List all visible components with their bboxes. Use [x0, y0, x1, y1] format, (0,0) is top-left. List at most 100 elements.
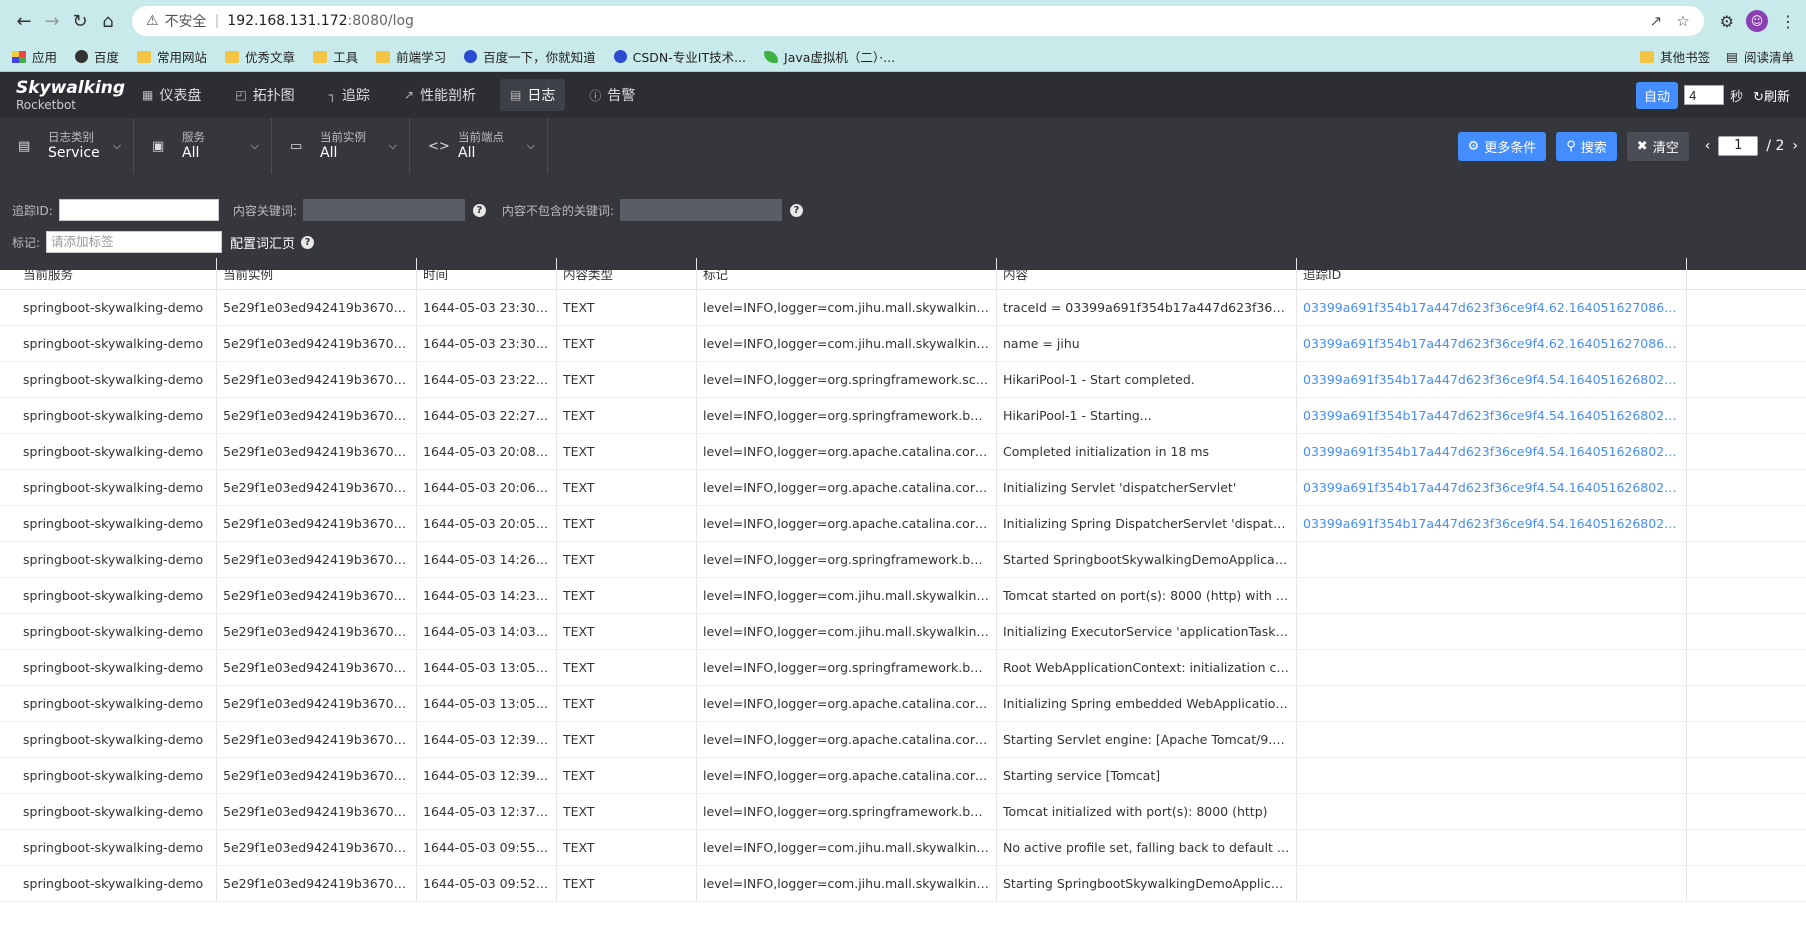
vocab-link[interactable]: 配置词汇页: [230, 233, 295, 252]
help-icon[interactable]: ?: [301, 235, 315, 249]
bookmark-baidu[interactable]: 百度: [75, 47, 119, 66]
trace-id-input[interactable]: [58, 199, 219, 221]
url-path: :8080/log: [347, 13, 414, 29]
cell-text: TEXT: [563, 516, 595, 531]
cell-trace-id[interactable]: 03399a691f354b17a447d623f36ce9f4.54.1640…: [1297, 506, 1687, 541]
cell-trace-id[interactable]: 03399a691f354b17a447d623f36ce9f4.54.1640…: [1297, 398, 1687, 433]
cell-service: springboot-skywalking-demo: [17, 362, 217, 397]
cell-trace-id[interactable]: [1297, 722, 1687, 757]
cell-trace-id[interactable]: [1297, 830, 1687, 865]
skywalking-logo[interactable]: Skywalking Rocketbot: [16, 79, 132, 111]
browser-menu-icon[interactable]: ⋮: [1780, 12, 1796, 31]
table-row[interactable]: springboot-skywalking-demo 5e29f1e03ed942…: [0, 434, 1806, 470]
table-row[interactable]: springboot-skywalking-demo 5e29f1e03ed942…: [0, 362, 1806, 398]
cell-time: 1644-05-03 20:08:03: [417, 434, 557, 469]
table-row[interactable]: springboot-skywalking-demo 5e29f1e03ed942…: [0, 650, 1806, 686]
cell-text: level=INFO,logger=com.jihu.mall.skywalki…: [703, 840, 990, 855]
more-conditions-button[interactable]: ⚙ 更多条件: [1457, 131, 1547, 161]
home-icon[interactable]: ⌂: [94, 7, 122, 35]
forward-arrow-icon[interactable]: →: [38, 7, 66, 35]
nav-topology[interactable]: ◰ 拓扑图: [225, 79, 304, 111]
cell-trace-id[interactable]: [1297, 542, 1687, 577]
help-icon[interactable]: ?: [472, 203, 486, 217]
warning-icon[interactable]: ⚠: [146, 13, 159, 29]
table-row[interactable]: springboot-skywalking-demo 5e29f1e03ed942…: [0, 794, 1806, 830]
table-row[interactable]: springboot-skywalking-demo 5e29f1e03ed942…: [0, 686, 1806, 722]
chevron-right-icon[interactable]: ›: [1792, 138, 1798, 154]
instance-selector[interactable]: ▭ 当前实例 All ⌵: [272, 118, 410, 174]
trace-id-link[interactable]: 03399a691f354b17a447d623f36ce9f4.54.1640…: [1303, 516, 1680, 531]
nav-dashboard[interactable]: ▦ 仪表盘: [132, 79, 211, 111]
table-row[interactable]: springboot-skywalking-demo 5e29f1e03ed942…: [0, 866, 1806, 902]
table-row[interactable]: springboot-skywalking-demo 5e29f1e03ed942…: [0, 506, 1806, 542]
trace-id-link[interactable]: 03399a691f354b17a447d623f36ce9f4.62.1640…: [1303, 300, 1680, 315]
trace-id-link[interactable]: 03399a691f354b17a447d623f36ce9f4.62.1640…: [1303, 336, 1680, 351]
cell-trace-id[interactable]: 03399a691f354b17a447d623f36ce9f4.54.1640…: [1297, 470, 1687, 505]
trace-id-link[interactable]: 03399a691f354b17a447d623f36ce9f4.54.1640…: [1303, 372, 1680, 387]
table-row[interactable]: springboot-skywalking-demo 5e29f1e03ed942…: [0, 830, 1806, 866]
table-row[interactable]: springboot-skywalking-demo 5e29f1e03ed942…: [0, 290, 1806, 326]
cell-trace-id[interactable]: [1297, 614, 1687, 649]
table-row[interactable]: springboot-skywalking-demo 5e29f1e03ed942…: [0, 398, 1806, 434]
cell-trace-id[interactable]: 03399a691f354b17a447d623f36ce9f4.62.1640…: [1297, 326, 1687, 361]
page-number-input[interactable]: 1: [1718, 136, 1759, 156]
table-row[interactable]: springboot-skywalking-demo 5e29f1e03ed942…: [0, 470, 1806, 506]
bookmark-folder-articles[interactable]: 优秀文章: [225, 47, 295, 66]
trace-id-link[interactable]: 03399a691f354b17a447d623f36ce9f4.54.1640…: [1303, 444, 1680, 459]
back-arrow-icon[interactable]: ←: [10, 7, 38, 35]
auto-refresh-button[interactable]: 自动: [1636, 81, 1679, 109]
selector-value: Service: [48, 144, 100, 161]
bookmark-folder-common[interactable]: 常用网站: [137, 47, 207, 66]
cell-trace-id[interactable]: [1297, 758, 1687, 793]
address-bar[interactable]: ⚠ 不安全 | 192.168.131.172:8080/log ↗ ☆: [132, 6, 1704, 36]
cell-trace-id[interactable]: 03399a691f354b17a447d623f36ce9f4.54.1640…: [1297, 434, 1687, 469]
bookmark-java-jvm[interactable]: Java虚拟机（二）·...: [764, 47, 895, 66]
cell-trace-id[interactable]: 03399a691f354b17a447d623f36ce9f4.54.1640…: [1297, 362, 1687, 397]
bookmark-baidu-search[interactable]: 百度一下，你就知道: [464, 47, 596, 66]
content-keyword-input[interactable]: [302, 199, 465, 221]
refresh-button[interactable]: ↻刷新: [1753, 86, 1790, 105]
reading-list[interactable]: ▤ 阅读清单: [1726, 47, 1794, 66]
bookmark-csdn[interactable]: CSDN-专业IT技术...: [613, 47, 746, 66]
trace-id-link[interactable]: 03399a691f354b17a447d623f36ce9f4.54.1640…: [1303, 480, 1680, 495]
table-row[interactable]: springboot-skywalking-demo 5e29f1e03ed942…: [0, 578, 1806, 614]
star-icon[interactable]: ☆: [1676, 12, 1689, 30]
trace-id-link[interactable]: 03399a691f354b17a447d623f36ce9f4.54.1640…: [1303, 408, 1680, 423]
cell-trace-id[interactable]: 03399a691f354b17a447d623f36ce9f4.62.1640…: [1297, 290, 1687, 325]
chevron-left-icon[interactable]: ‹: [1705, 138, 1711, 154]
reload-icon[interactable]: ↻: [66, 7, 94, 35]
endpoint-selector[interactable]: <> 当前端点 All ⌵: [410, 118, 548, 174]
cell-text: 1644-05-03 09:55:04: [423, 840, 550, 855]
table-row[interactable]: springboot-skywalking-demo 5e29f1e03ed942…: [0, 326, 1806, 362]
log-category-selector[interactable]: ▤ 日志类别 Service ⌵: [0, 118, 134, 174]
bookmark-other[interactable]: 其他书签: [1640, 47, 1710, 66]
cell-trace-id[interactable]: [1297, 578, 1687, 613]
cell-text: 1644-05-03 20:08:03: [423, 444, 550, 459]
search-button[interactable]: ⚲ 搜索: [1556, 131, 1617, 161]
table-row[interactable]: springboot-skywalking-demo 5e29f1e03ed942…: [0, 758, 1806, 794]
extensions-puzzle-icon[interactable]: ⚙: [1720, 12, 1734, 31]
cell-trace-id[interactable]: [1297, 686, 1687, 721]
cell-time: 1644-05-03 14:26:05: [417, 542, 557, 577]
service-selector[interactable]: ▣ 服务 All ⌵: [134, 118, 272, 174]
cell-trace-id[interactable]: [1297, 866, 1687, 901]
refresh-interval-input[interactable]: [1684, 85, 1725, 105]
bookmark-folder-tools[interactable]: 工具: [313, 47, 358, 66]
nav-trace[interactable]: ┐ 追踪: [319, 79, 380, 111]
bookmark-apps[interactable]: 应用: [12, 47, 57, 66]
table-row[interactable]: springboot-skywalking-demo 5e29f1e03ed942…: [0, 614, 1806, 650]
content-exclude-input[interactable]: [619, 199, 782, 221]
tag-input[interactable]: 请添加标签: [46, 231, 223, 253]
cell-trace-id[interactable]: [1297, 650, 1687, 685]
table-row[interactable]: springboot-skywalking-demo 5e29f1e03ed942…: [0, 722, 1806, 758]
nav-log[interactable]: ▤ 日志: [499, 79, 566, 111]
clear-button[interactable]: ✖ 清空: [1626, 131, 1689, 161]
nav-profile[interactable]: ↗ 性能剖析: [394, 79, 486, 111]
share-icon[interactable]: ↗: [1650, 12, 1663, 30]
cell-trace-id[interactable]: [1297, 794, 1687, 829]
help-icon[interactable]: ?: [789, 203, 803, 217]
nav-alarm[interactable]: ⓘ 告警: [579, 79, 645, 111]
bookmark-folder-frontend[interactable]: 前端学习: [376, 47, 446, 66]
table-row[interactable]: springboot-skywalking-demo 5e29f1e03ed942…: [0, 542, 1806, 578]
profile-avatar[interactable]: ☺: [1746, 10, 1768, 32]
